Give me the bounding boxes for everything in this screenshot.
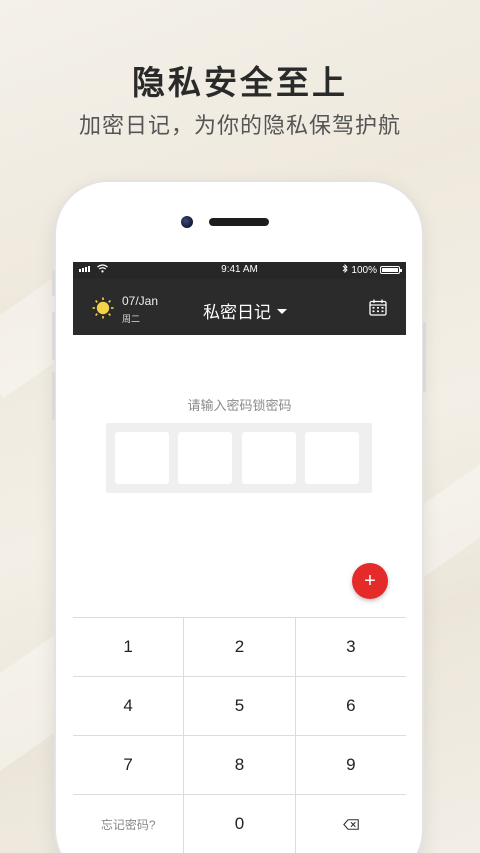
pin-input[interactable] [106,423,372,493]
key-3[interactable]: 3 [296,618,406,676]
add-button[interactable]: + [352,563,388,599]
forgot-password-button[interactable]: 忘记密码? [73,795,185,853]
diary-title: 私密日记 [203,303,271,322]
date-label: 07/Jan [122,294,159,308]
pin-box [178,432,232,484]
promo-subline: 加密日记，为你的隐私保驾护航 [78,113,401,138]
battery-percent: 100% [351,264,377,276]
calendar-icon[interactable] [369,299,387,316]
app-screen: 9:41 AM 100% 07/Jan 周二 私密日记 请输入密码锁密码 + 1… [73,262,406,853]
bluetooth-icon [342,263,349,276]
add-icon: + [364,570,376,592]
sun-icon [92,297,114,319]
front-camera [181,216,193,228]
key-9[interactable]: 9 [296,736,406,794]
diary-selector[interactable]: 私密日记 [203,298,287,323]
pin-box [242,432,296,484]
key-5[interactable]: 5 [184,677,296,735]
pin-prompt: 请输入密码锁密码 [187,398,292,413]
battery-icon [380,266,402,274]
key-1[interactable]: 1 [73,618,185,676]
backspace-icon [342,818,359,830]
status-bar: 9:41 AM 100% [73,262,406,279]
key-8[interactable]: 8 [184,736,296,794]
numeric-keypad: 1 2 3 4 5 6 7 8 9 忘记密码? 0 [73,617,406,853]
key-6[interactable]: 6 [296,677,406,735]
key-0[interactable]: 0 [184,795,296,853]
key-2[interactable]: 2 [184,618,296,676]
pin-box [115,432,169,484]
pin-box [305,432,359,484]
key-7[interactable]: 7 [73,736,185,794]
backspace-button[interactable] [296,795,406,853]
promo-headline: 隐私安全至上 [132,64,348,101]
weekday-label: 周二 [122,314,141,324]
earpiece-speaker [209,218,269,226]
phone-mockup: 9:41 AM 100% 07/Jan 周二 私密日记 请输入密码锁密码 + 1… [52,182,426,853]
key-4[interactable]: 4 [73,677,185,735]
caret-down-icon [277,309,287,314]
app-bar: 07/Jan 周二 私密日记 [73,279,406,335]
